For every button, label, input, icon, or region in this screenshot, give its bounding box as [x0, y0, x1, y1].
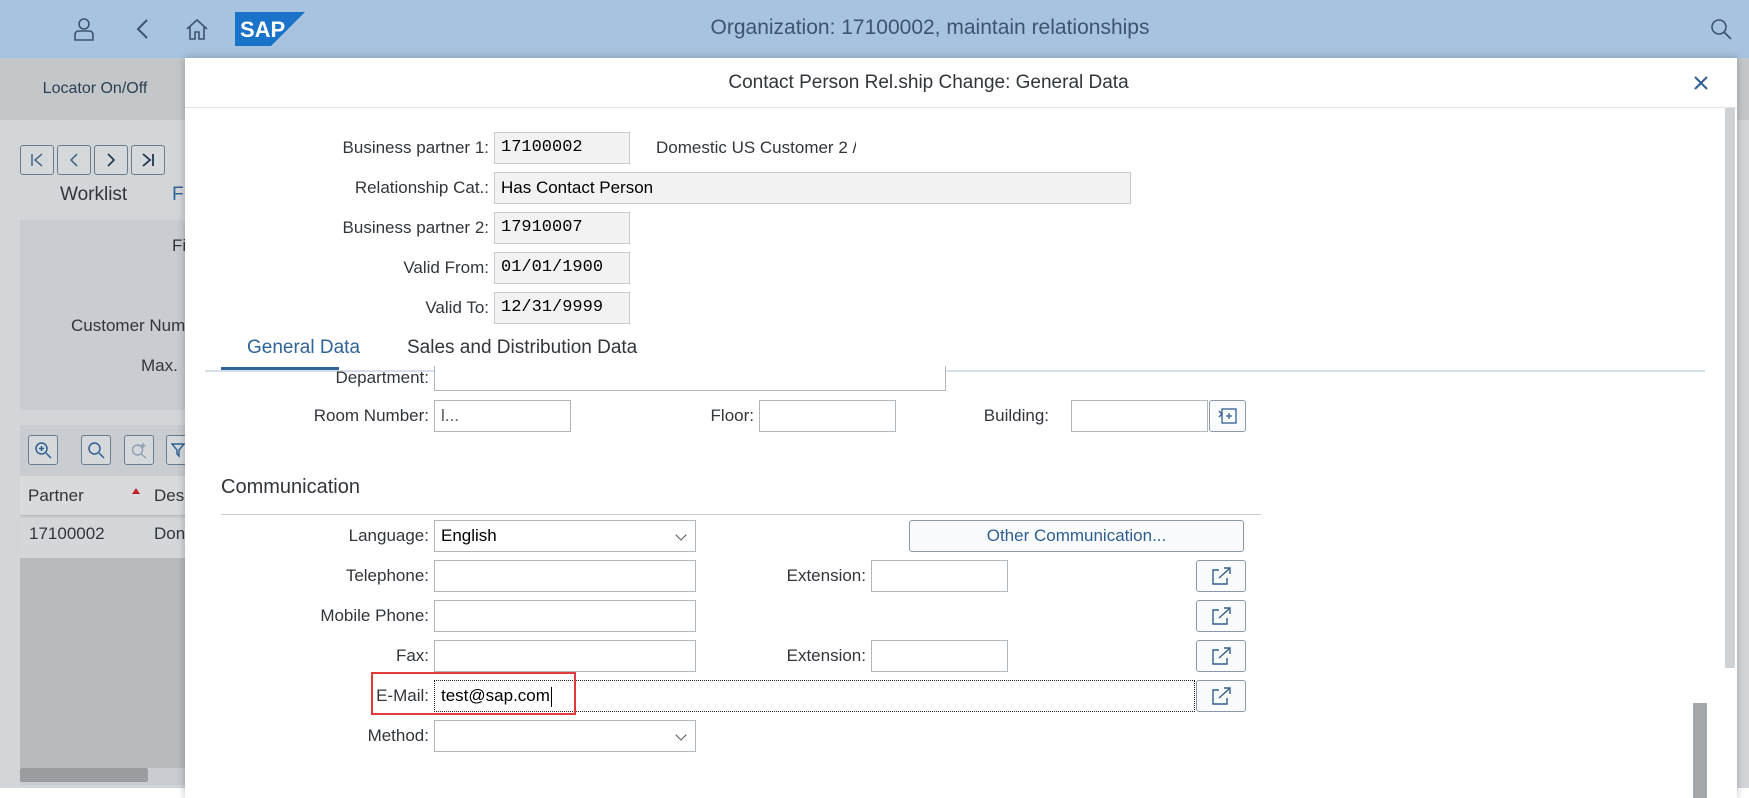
user-icon[interactable] — [65, 10, 103, 48]
address-details-icon[interactable] — [1209, 400, 1246, 432]
language-label: Language: — [348, 526, 429, 545]
bp1-description: Domestic US Customer 2 / — [656, 138, 856, 157]
fax-extension-label: Extension: — [786, 646, 866, 665]
valid-from-field[interactable]: 01/01/1900 — [494, 252, 630, 284]
language-select[interactable]: English — [434, 520, 696, 552]
dialog-scrollbar-rail[interactable] — [1725, 108, 1735, 668]
telephone-extension-field[interactable] — [871, 560, 1008, 592]
search-icon[interactable] — [1702, 10, 1740, 48]
building-field[interactable] — [1071, 400, 1208, 432]
telephone-field[interactable] — [434, 560, 696, 592]
back-icon[interactable] — [124, 10, 162, 48]
mobile-phone-field[interactable] — [434, 600, 696, 632]
communication-section-title: Communication — [221, 476, 360, 498]
floor-field[interactable] — [759, 400, 896, 432]
bp1-label: Business partner 1: — [342, 138, 489, 157]
shell-header: SAP Organization: 17100002, maintain rel… — [0, 0, 1749, 58]
relationship-dialog: Contact Person Rel.ship Change: General … — [185, 58, 1737, 798]
department-field[interactable] — [434, 366, 946, 391]
tab-sales-distribution-data[interactable]: Sales and Distribution Data — [407, 326, 637, 370]
background-label-max: Max. — [141, 356, 178, 375]
email-details-icon[interactable] — [1196, 680, 1246, 712]
valid-to-label: Valid To: — [425, 298, 489, 317]
sap-logo-text: SAP — [240, 17, 285, 42]
next-page-icon[interactable] — [94, 145, 128, 175]
room-number-field[interactable]: l... — [434, 400, 571, 432]
bp1-field[interactable]: 17100002 — [494, 132, 630, 164]
dialog-header: Contact Person Rel.ship Change: General … — [185, 58, 1737, 108]
fax-label: Fax: — [395, 646, 429, 665]
tab-general-data[interactable]: General Data — [247, 326, 360, 370]
floor-label: Floor: — [710, 406, 754, 425]
mobile-phone-label: Mobile Phone: — [320, 606, 429, 625]
first-page-icon[interactable] — [20, 145, 54, 175]
telephone-label: Telephone: — [345, 566, 429, 585]
room-number-label: Room Number: — [313, 406, 429, 425]
mobile-details-icon[interactable] — [1196, 600, 1246, 632]
building-label: Building: — [983, 406, 1049, 425]
email-highlight-box — [371, 672, 576, 715]
background-table-body — [20, 558, 190, 768]
dialog-scrollbar-thumb[interactable] — [1693, 703, 1707, 798]
background-label-customer-number: Customer Num — [71, 316, 186, 335]
search-next-icon[interactable] — [124, 435, 154, 465]
communication-divider — [221, 514, 1261, 515]
column-header-partner[interactable]: Partner — [28, 486, 84, 506]
locator-toggle-button[interactable]: Locator On/Off — [0, 58, 190, 120]
horizontal-scrollbar[interactable] — [20, 768, 148, 782]
fax-details-icon[interactable] — [1196, 640, 1246, 672]
home-icon[interactable] — [178, 10, 216, 48]
relationship-category-field[interactable]: Has Contact Person — [494, 172, 1131, 204]
search-table-icon[interactable] — [81, 435, 111, 465]
dialog-title: Contact Person Rel.ship Change: General … — [728, 72, 1129, 93]
relationship-category-label: Relationship Cat.: — [354, 178, 489, 197]
bp2-label: Business partner 2: — [342, 218, 489, 237]
sap-logo[interactable]: SAP — [235, 12, 305, 46]
valid-from-label: Valid From: — [403, 258, 489, 277]
sort-ascending-icon — [132, 488, 140, 494]
close-icon[interactable] — [1688, 70, 1714, 96]
tab-worklist[interactable]: Worklist — [60, 184, 127, 206]
fax-extension-field[interactable] — [871, 640, 1008, 672]
shell-title: Organization: 17100002, maintain relatio… — [710, 16, 1150, 39]
fax-field[interactable] — [434, 640, 696, 672]
tab-background-f[interactable]: F — [172, 184, 184, 206]
telephone-extension-label: Extension: — [786, 566, 866, 585]
zoom-in-icon[interactable] — [28, 435, 58, 465]
method-select[interactable] — [434, 720, 696, 752]
tab-strip-divider — [205, 370, 1705, 372]
valid-to-field[interactable]: 12/31/9999 — [494, 292, 630, 324]
background-search-panel — [20, 220, 190, 410]
previous-page-icon[interactable] — [57, 145, 91, 175]
last-page-icon[interactable] — [131, 145, 165, 175]
method-label: Method: — [367, 726, 429, 745]
department-label: Department: — [335, 368, 429, 387]
table-cell-description: Don — [154, 524, 186, 543]
bp2-field[interactable]: 17910007 — [494, 212, 630, 244]
table-cell-partner: 17100002 — [29, 524, 105, 543]
other-communication-button[interactable]: Other Communication... — [909, 520, 1244, 552]
telephone-details-icon[interactable] — [1196, 560, 1246, 592]
